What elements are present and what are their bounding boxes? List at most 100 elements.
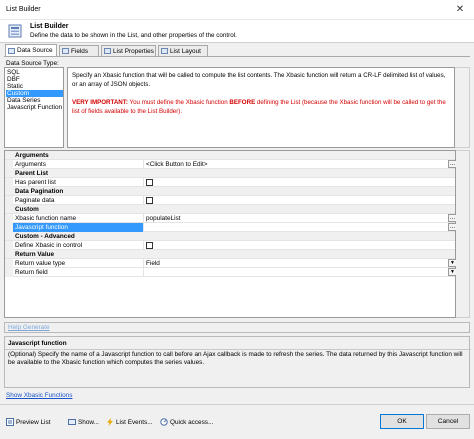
data-source-icon (8, 47, 15, 54)
property-row-arguments[interactable]: Arguments <Click Button to Edit> ... (5, 160, 457, 169)
tab-label: List Layout (170, 47, 201, 55)
list-builder-icon (8, 24, 22, 38)
quick-access-label: Quick access... (170, 418, 214, 426)
footer-divider (0, 404, 474, 405)
column-divider (143, 268, 144, 277)
property-row-javascript-function[interactable]: Javascript function ... (5, 223, 457, 232)
data-source-label: Data Source Type: (6, 60, 59, 67)
property-name: Arguments (15, 161, 46, 168)
important-label: VERY IMPORTANT: (72, 99, 128, 106)
preview-list-button[interactable]: Preview List (6, 416, 50, 428)
property-value[interactable]: populateList (146, 215, 180, 222)
category-parent-list[interactable]: Parent List (5, 169, 455, 178)
list-item-static[interactable]: Static (6, 83, 63, 90)
row-gutter (5, 196, 13, 205)
property-name-selected: Javascript function (13, 223, 143, 232)
property-row-return-field[interactable]: Return field ▼ (5, 268, 457, 277)
property-grid-scrollbar[interactable] (456, 150, 470, 318)
header-subtitle: Define the data to be shown in the List,… (30, 32, 237, 39)
property-help-box: Javascript function (Optional) Specify t… (4, 336, 471, 388)
tab-label: Fields (71, 47, 89, 55)
category-label: Data Pagination (15, 188, 64, 195)
description-scrollbar[interactable] (455, 67, 470, 148)
row-gutter (5, 214, 13, 223)
column-divider (143, 241, 144, 250)
column-divider (143, 178, 144, 187)
quick-access-button[interactable]: Quick access... (160, 416, 213, 428)
header-title: List Builder (30, 23, 69, 30)
list-item-sql[interactable]: SQL (6, 69, 63, 76)
data-source-description: Specify an Xbasic function that will be … (67, 67, 455, 148)
show-icon (68, 419, 76, 425)
list-item-data-series[interactable]: Data Series (6, 97, 63, 104)
tab-strip-line (4, 56, 470, 57)
property-row-xbasic-function-name[interactable]: Xbasic function name populateList ... (5, 214, 457, 223)
list-events-button[interactable]: List Events... (106, 416, 153, 428)
property-row-return-value-type[interactable]: Return value type Field ▼ (5, 259, 457, 268)
list-item-custom[interactable]: Custom (6, 90, 63, 97)
category-data-pagination[interactable]: Data Pagination (5, 187, 455, 196)
important-before: BEFORE (229, 99, 256, 106)
property-row-define-xbasic[interactable]: Define Xbasic in control (5, 241, 455, 250)
category-label: Parent List (15, 170, 49, 177)
property-row-has-parent-list[interactable]: Has parent list (5, 178, 455, 187)
header-divider (0, 42, 474, 43)
close-button[interactable]: ✕ (452, 3, 468, 17)
help-generate-bar: Help Generate (4, 322, 470, 333)
property-name: Define Xbasic in control (15, 242, 83, 249)
data-source-list[interactable]: SQL DBF Static Custom Data Series Javasc… (4, 67, 64, 148)
important-text-1: You must define the Xbasic function (127, 99, 230, 106)
dialog-header: List Builder Define the data to be shown… (0, 20, 474, 42)
column-divider (143, 214, 144, 223)
category-label: Custom (15, 206, 39, 213)
category-arguments[interactable]: Arguments (5, 151, 455, 160)
property-grid: Arguments Arguments <Click Button to Edi… (4, 150, 457, 318)
show-label: Show... (78, 418, 99, 426)
tab-list-layout[interactable]: List Layout (158, 45, 208, 56)
row-gutter (5, 178, 13, 187)
has-parent-list-checkbox[interactable] (146, 179, 153, 186)
property-name: Return value type (15, 260, 66, 267)
tab-label: List Properties (113, 47, 154, 55)
tab-list-properties[interactable]: List Properties (101, 45, 156, 56)
define-xbasic-checkbox[interactable] (146, 242, 153, 249)
property-value[interactable]: Field (146, 260, 160, 267)
category-label: Custom - Advanced (15, 233, 75, 240)
help-divider (5, 349, 471, 350)
list-layout-icon (161, 48, 168, 54)
show-xbasic-functions-link[interactable]: Show Xbasic Functions (6, 392, 72, 399)
lightning-icon (107, 418, 113, 426)
property-name: Has parent list (15, 179, 56, 186)
tab-fields[interactable]: Fields (59, 45, 99, 56)
cancel-button[interactable]: Cancel (426, 414, 470, 429)
category-label: Arguments (15, 152, 49, 159)
show-button[interactable]: Show... (68, 416, 99, 428)
row-gutter (5, 259, 13, 268)
list-item-javascript-function[interactable]: Javascript Function (6, 104, 63, 111)
tab-data-source[interactable]: Data Source (5, 44, 57, 56)
property-name: Xbasic function name (15, 215, 77, 222)
row-gutter (5, 223, 13, 232)
row-gutter (5, 160, 13, 169)
category-custom[interactable]: Custom (5, 205, 455, 214)
help-generate-link[interactable]: Help Generate (8, 324, 50, 331)
paginate-data-checkbox[interactable] (146, 197, 153, 204)
category-custom-advanced[interactable]: Custom - Advanced (5, 232, 455, 241)
ok-button[interactable]: OK (380, 414, 424, 429)
quick-access-icon (160, 418, 168, 426)
help-title: Javascript function (8, 340, 67, 347)
preview-icon (6, 418, 14, 426)
list-properties-icon (104, 48, 111, 54)
category-label: Return Value (15, 251, 55, 258)
property-name: Return field (15, 269, 48, 276)
list-item-dbf[interactable]: DBF (6, 76, 63, 83)
window-title: List Builder (6, 6, 41, 13)
property-name: Paginate data (15, 197, 55, 204)
help-text: (Optional) Specify the name of a Javascr… (8, 351, 463, 366)
category-return-value[interactable]: Return Value (5, 250, 455, 259)
column-divider (143, 196, 144, 205)
property-row-paginate-data[interactable]: Paginate data (5, 196, 455, 205)
window-titlebar: List Builder ✕ (0, 0, 474, 20)
property-value: <Click Button to Edit> (146, 161, 208, 168)
list-events-label: List Events... (116, 418, 153, 426)
